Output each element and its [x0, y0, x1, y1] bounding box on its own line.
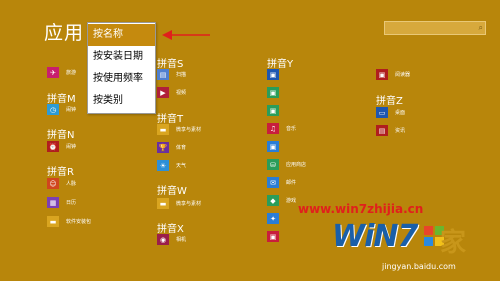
watermark-site: www.win7zhijia.cn [298, 202, 424, 216]
sort-by-install-date-item[interactable]: 按安装日期 [88, 46, 155, 68]
calendar-icon[interactable]: ▦ [47, 197, 59, 208]
app-label-alarm[interactable]: 闹钟 [66, 143, 76, 150]
group-header-t[interactable]: 拼音T [157, 110, 183, 125]
app-label-store[interactable]: 应用商店 [286, 161, 306, 168]
app-y3-icon[interactable]: ▣ [267, 105, 279, 116]
search-icon[interactable]: ⌕ [479, 23, 483, 33]
search-box[interactable]: ⌕ [384, 21, 486, 35]
store-icon[interactable]: ⛁ [267, 159, 279, 170]
group-header-w[interactable]: 拼音W [157, 182, 187, 197]
group-header-s[interactable]: 拼音S [157, 55, 183, 70]
app-y5-icon[interactable]: ▣ [267, 141, 279, 152]
group-header-y[interactable]: 拼音Y [267, 55, 293, 70]
folder-w-icon[interactable]: ▬ [157, 198, 169, 209]
alarm-icon[interactable]: ⏰ [47, 141, 59, 152]
app-y1-icon[interactable]: ▣ [267, 69, 279, 80]
app-label-weather[interactable]: 天气 [176, 162, 186, 169]
news-icon[interactable]: ▤ [376, 125, 388, 136]
sort-by-name-item[interactable]: 按名称 [88, 24, 155, 46]
folder-icon[interactable]: ▬ [47, 216, 59, 227]
app-y9-icon[interactable]: ✦ [267, 213, 279, 224]
desktop-icon[interactable]: ▭ [376, 107, 388, 118]
music-icon[interactable]: ♫ [267, 123, 279, 134]
video-icon[interactable]: ▶ [157, 87, 169, 98]
app-label-people[interactable]: 人脉 [66, 180, 76, 187]
app-label-camera[interactable]: 相机 [176, 236, 186, 243]
sort-menu: 按名称 按安装日期 按使用频率 按类别 [87, 22, 156, 114]
watermark-baidu: jingyan.baidu.com [382, 262, 456, 271]
watermark-logo: WiN7 [332, 219, 418, 254]
app-label-video[interactable]: 视频 [176, 89, 186, 96]
clock-icon[interactable]: ◷ [47, 104, 59, 115]
app-label-games[interactable]: 游戏 [286, 197, 296, 204]
app-label-calendar[interactable]: 日历 [66, 199, 76, 206]
app-label-reader[interactable]: 阅读器 [395, 71, 410, 78]
scan-icon[interactable]: ▤ [157, 69, 169, 80]
sort-by-usage-item[interactable]: 按使用频率 [88, 68, 155, 90]
app-label-clock[interactable]: 闹钟 [66, 106, 76, 113]
app-label-sports[interactable]: 体育 [176, 144, 186, 151]
app-label-folder-w[interactable]: 微享与素材 [176, 200, 201, 207]
mail-icon[interactable]: ✉ [267, 177, 279, 188]
camera-icon[interactable]: ◉ [157, 234, 169, 245]
group-header-m[interactable]: 拼音M [47, 90, 76, 105]
app-label-travel[interactable]: 旅游 [66, 69, 76, 76]
group-header-n[interactable]: 拼音N [47, 126, 74, 141]
watermark-logo-suffix: 家 [440, 228, 467, 258]
travel-icon[interactable]: ✈ [47, 67, 59, 78]
games-icon[interactable]: ◆ [267, 195, 279, 206]
app-label-mail[interactable]: 邮件 [286, 179, 296, 186]
page-title: 应用 [44, 22, 85, 44]
app-label-folder-t[interactable]: 微享与素材 [176, 126, 201, 133]
sort-by-category-item[interactable]: 按类别 [88, 90, 155, 112]
group-header-z[interactable]: 拼音Z [376, 92, 403, 107]
group-header-x[interactable]: 拼音X [157, 220, 184, 235]
people-icon[interactable]: ☺ [47, 178, 59, 189]
app-label-news[interactable]: 资讯 [395, 127, 405, 134]
weather-icon[interactable]: ☀ [157, 160, 169, 171]
reader-icon[interactable]: ▣ [376, 69, 388, 80]
sports-icon[interactable]: 🏆 [157, 142, 169, 153]
app-label-scan[interactable]: 扫描 [176, 71, 186, 78]
app-label-software[interactable]: 软件安装包 [66, 218, 91, 225]
group-header-r[interactable]: 拼音R [47, 163, 74, 178]
app-y10-icon[interactable]: ▣ [267, 231, 279, 242]
annotation-arrow-icon [162, 30, 210, 40]
folder-t-icon[interactable]: ▬ [157, 124, 169, 135]
app-y2-icon[interactable]: ▣ [267, 87, 279, 98]
app-label-desktop[interactable]: 桌面 [395, 109, 405, 116]
app-label-music[interactable]: 音乐 [286, 125, 296, 132]
